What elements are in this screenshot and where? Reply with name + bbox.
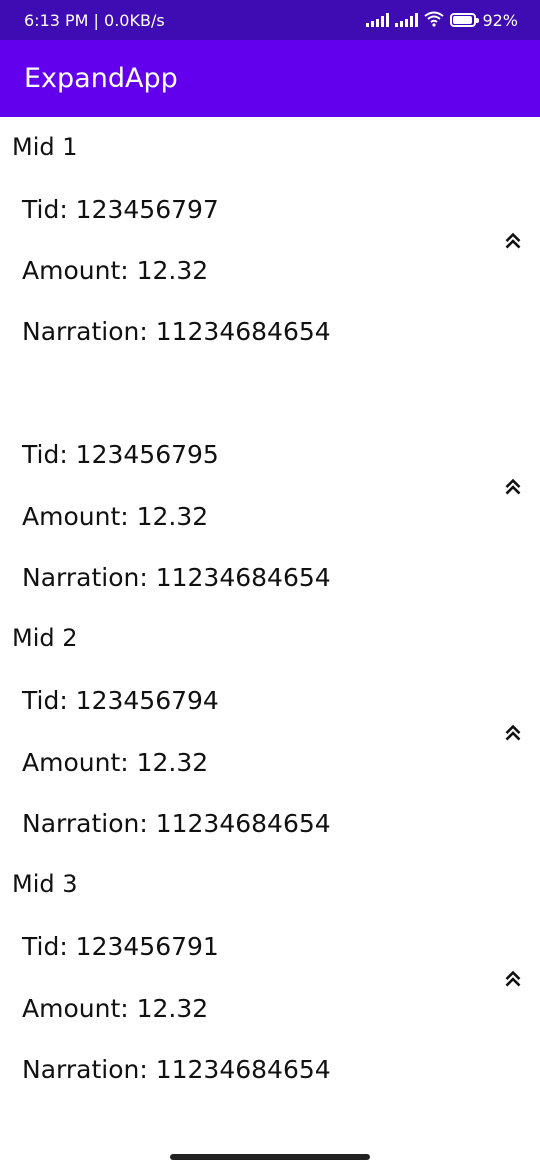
battery-percent: 92% — [482, 10, 518, 30]
tid-text: Tid: 123456794 — [22, 686, 219, 715]
wifi-icon — [424, 11, 445, 30]
chevron-double-up-icon[interactable] — [500, 719, 526, 745]
group-title: Mid 3 — [12, 870, 78, 898]
amount-text: Amount: 12.32 — [22, 994, 209, 1023]
tid-text: Tid: 123456791 — [22, 932, 219, 961]
status-icons: 92% — [366, 11, 518, 30]
amount-text: Amount: 12.32 — [22, 502, 209, 531]
app-title: ExpandApp — [24, 63, 178, 94]
narration-text: Narration: 11234684654 — [22, 563, 331, 592]
gesture-nav-handle[interactable] — [170, 1154, 370, 1160]
narration-text: Narration: 11234684654 — [22, 317, 331, 346]
narration-text: Narration: 11234684654 — [22, 809, 331, 838]
status-bar: 6:13 PM | 0.0KB/s 92% — [0, 0, 540, 40]
signal-icon — [366, 13, 390, 27]
group-title: Mid 2 — [12, 624, 78, 652]
battery-icon — [450, 13, 480, 27]
tid-text: Tid: 123456795 — [22, 440, 219, 469]
group-title: Mid 1 — [12, 133, 78, 161]
narration-text: Narration: 11234684654 — [22, 1055, 331, 1084]
signal-icon — [395, 13, 419, 27]
app-bar: ExpandApp — [0, 40, 540, 117]
chevron-double-up-icon[interactable] — [500, 227, 526, 253]
status-time-speed: 6:13 PM | 0.0KB/s — [24, 10, 165, 30]
chevron-double-up-icon[interactable] — [500, 473, 526, 499]
battery-level — [453, 16, 472, 24]
chevron-double-up-icon[interactable] — [500, 965, 526, 991]
amount-text: Amount: 12.32 — [22, 256, 209, 285]
amount-text: Amount: 12.32 — [22, 748, 209, 777]
tid-text: Tid: 123456797 — [22, 195, 219, 224]
